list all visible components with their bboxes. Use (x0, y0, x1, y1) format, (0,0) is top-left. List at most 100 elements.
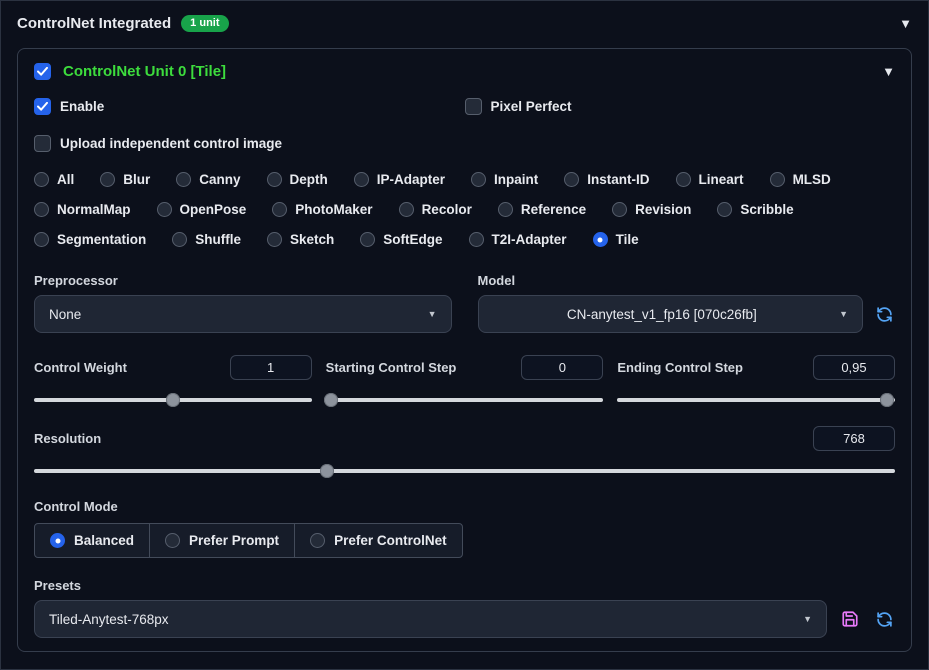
control-type-segmentation[interactable]: Segmentation (34, 232, 146, 247)
control-type-softedge[interactable]: SoftEdge (360, 232, 443, 247)
resolution-slider-track[interactable] (34, 464, 895, 478)
control-type-depth[interactable]: Depth (266, 172, 328, 187)
control-type-label: Revision (635, 202, 692, 217)
model-refresh-button[interactable] (873, 303, 895, 325)
control-type-inpaint[interactable]: Inpaint (471, 172, 538, 187)
control-type-canny[interactable]: Canny (176, 172, 241, 187)
control-type-label: IP-Adapter (376, 172, 446, 187)
presets-block: Presets Tiled-Anytest-768px ▼ (34, 578, 895, 638)
resolution-label: Resolution (34, 431, 102, 446)
accordion-header[interactable]: ControlNet Integrated 1 unit ▼ (17, 15, 912, 32)
unit-enable-checkbox[interactable] (34, 63, 51, 80)
control-type-revision[interactable]: Revision (612, 202, 691, 217)
unit-header[interactable]: ControlNet Unit 0 [Tile] ▼ (34, 63, 895, 80)
preprocessor-label: Preprocessor (34, 273, 118, 288)
radio-icon (34, 202, 49, 217)
radio-icon (100, 172, 116, 187)
control-type-scribble[interactable]: Scribble (717, 202, 794, 217)
slider-thumb[interactable] (879, 393, 894, 407)
control-type-all[interactable]: All (34, 172, 74, 187)
control-mode-block: Control Mode Balanced Prefer Prompt Prefer… (34, 499, 895, 558)
model-label: Model (477, 273, 516, 288)
slider-label: Control Weight (34, 360, 127, 375)
control-type-lineart[interactable]: Lineart (675, 172, 744, 187)
enable-checkbox[interactable] (34, 98, 51, 115)
control-type-mlsd[interactable]: MLSD (769, 172, 831, 187)
enable-checkbox-item[interactable]: Enable (34, 98, 465, 115)
control-mode-option-label: Balanced (74, 533, 135, 548)
control-type-t2i-adapter[interactable]: T2I-Adapter (468, 232, 567, 247)
radio-icon (769, 172, 785, 187)
control-type-label: Reference (520, 202, 587, 217)
control-mode-label: Control Mode (34, 499, 118, 514)
control-type-normalmap[interactable]: NormalMap (34, 202, 131, 217)
radio-icon (468, 232, 484, 247)
preset-save-button[interactable] (839, 608, 861, 630)
control-type-instant-id[interactable]: Instant-ID (564, 172, 650, 187)
control-type-reference[interactable]: Reference (497, 202, 587, 217)
slider-track[interactable] (324, 393, 604, 407)
control-type-label: Depth (289, 172, 328, 187)
chevron-down-icon: ▼ (803, 614, 812, 624)
collapse-caret-icon[interactable]: ▼ (899, 17, 912, 30)
slider-value-input[interactable] (229, 355, 312, 380)
control-type-label: MLSD (792, 172, 831, 187)
presets-dropdown[interactable]: Tiled-Anytest-768px ▼ (34, 600, 827, 638)
pixel-perfect-label: Pixel Perfect (490, 99, 572, 114)
control-type-sketch[interactable]: Sketch (267, 232, 334, 247)
dropdown-row: Preprocessor None ▼ Model CN-anytest_v1_… (34, 273, 895, 333)
radio-icon (471, 172, 487, 187)
accordion-title: ControlNet Integrated (17, 15, 172, 32)
control-type-openpose[interactable]: OpenPose (156, 202, 247, 217)
slider-ending-control-step: Ending Control Step (617, 355, 895, 407)
control-type-recolor[interactable]: Recolor (398, 202, 472, 217)
check-icon (37, 67, 48, 76)
control-type-label: All (57, 172, 75, 187)
control-type-ip-adapter[interactable]: IP-Adapter (353, 172, 446, 187)
pixel-perfect-checkbox-item[interactable]: Pixel Perfect (464, 98, 896, 115)
upload-checkbox-item[interactable]: Upload independent control image (34, 135, 282, 152)
preprocessor-value: None (49, 306, 82, 322)
model-dropdown[interactable]: CN-anytest_v1_fp16 [070c26fb] ▼ (477, 295, 863, 333)
control-type-label: Segmentation (57, 232, 147, 247)
radio-icon (176, 172, 192, 187)
save-icon (842, 611, 858, 627)
resolution-slider-thumb[interactable] (319, 464, 334, 478)
controlnet-unit-panel: ControlNet Unit 0 [Tile] ▼ Enable Pixel … (17, 48, 912, 652)
unit-collapse-caret-icon[interactable]: ▼ (882, 65, 895, 78)
control-type-shuffle[interactable]: Shuffle (172, 232, 241, 247)
slider-track[interactable] (617, 393, 895, 407)
radio-icon (50, 533, 65, 548)
upload-row: Upload independent control image (34, 135, 895, 152)
control-type-label: Canny (199, 172, 241, 187)
control-mode-prefer-controlnet[interactable]: Prefer ControlNet (294, 523, 463, 558)
control-mode-balanced[interactable]: Balanced (34, 523, 151, 558)
slider-label: Ending Control Step (617, 360, 743, 375)
control-mode-prefer-prompt[interactable]: Prefer Prompt (149, 523, 296, 558)
resolution-value-input[interactable] (813, 426, 895, 451)
slider-track[interactable] (34, 393, 312, 407)
control-type-photomaker[interactable]: PhotoMaker (272, 202, 373, 217)
control-type-label: NormalMap (57, 202, 131, 217)
radio-icon (360, 232, 376, 247)
control-type-blur[interactable]: Blur (100, 172, 150, 187)
control-type-tile[interactable]: Tile (592, 232, 639, 247)
control-type-label: T2I-Adapter (491, 232, 567, 247)
control-type-label: Sketch (290, 232, 335, 247)
slider-thumb[interactable] (324, 393, 339, 407)
radio-icon (612, 202, 628, 217)
preset-refresh-button[interactable] (873, 608, 895, 630)
radio-icon (34, 232, 49, 247)
pixel-perfect-checkbox[interactable] (464, 98, 482, 115)
radio-icon (272, 202, 288, 217)
control-type-label: PhotoMaker (295, 202, 373, 217)
slider-thumb[interactable] (165, 393, 180, 407)
slider-value-input[interactable] (812, 355, 895, 380)
radio-icon (165, 533, 181, 548)
control-type-label: OpenPose (179, 202, 247, 217)
control-mode-option-label: Prefer Prompt (189, 533, 280, 548)
slider-value-input[interactable] (521, 355, 604, 380)
preprocessor-dropdown[interactable]: None ▼ (34, 295, 452, 333)
upload-checkbox[interactable] (34, 135, 51, 152)
controlnet-extension-panel: ControlNet Integrated 1 unit ▼ ControlNe… (0, 0, 929, 670)
